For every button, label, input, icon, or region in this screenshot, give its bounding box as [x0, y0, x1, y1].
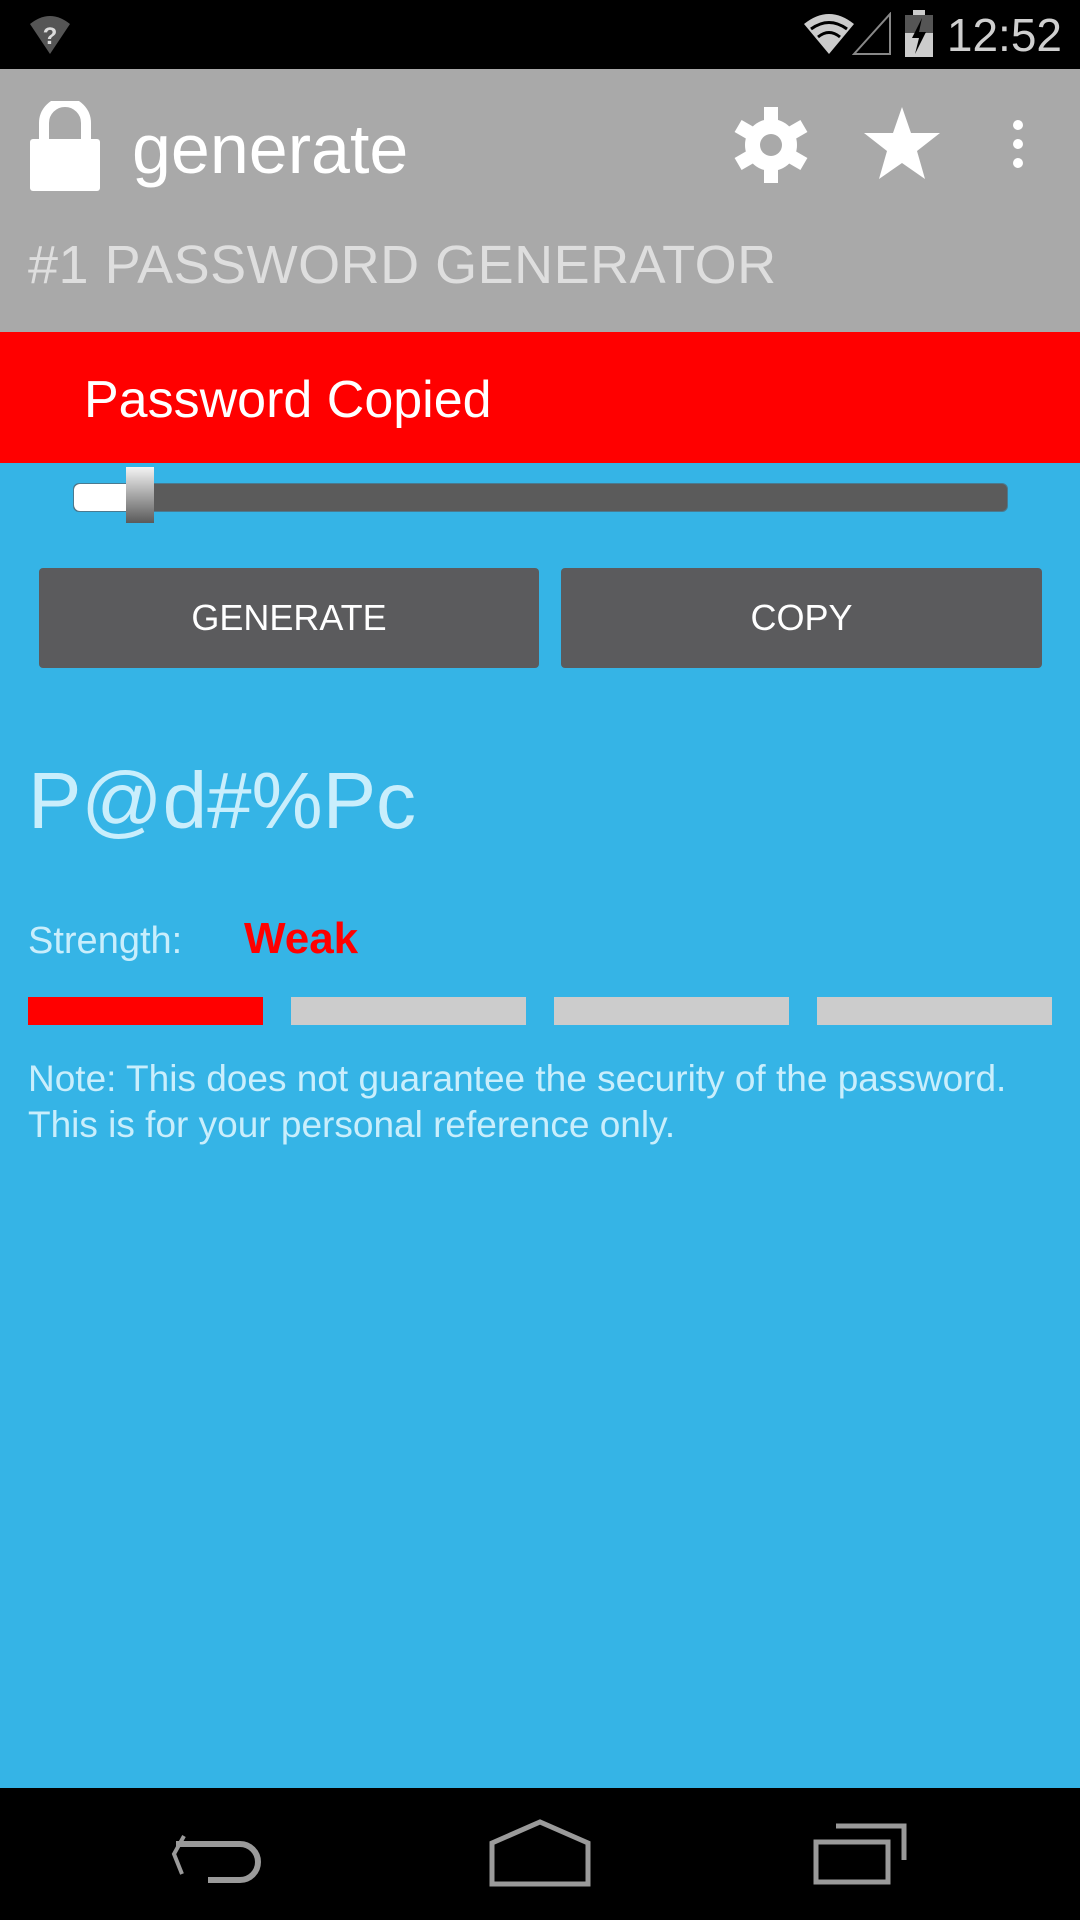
strength-segment — [554, 997, 789, 1025]
back-icon[interactable] — [170, 1818, 270, 1888]
status-bar: ? 12:52 — [0, 0, 1080, 69]
star-icon[interactable] — [864, 107, 940, 179]
generated-password: P@d#%Pc — [28, 756, 417, 845]
app-subtitle: #1 PASSWORD GENERATOR — [28, 235, 777, 295]
copied-banner: Password Copied — [0, 332, 1080, 463]
copy-button[interactable]: COPY — [561, 568, 1042, 668]
settings-icon[interactable] — [733, 107, 809, 183]
banner-text: Password Copied — [84, 371, 492, 429]
wifi-unknown-icon: ? — [30, 16, 70, 54]
strength-label: Strength: — [28, 920, 183, 962]
clock: 12:52 — [946, 9, 1062, 61]
navigation-bar — [0, 1788, 1080, 1920]
strength-value: Weak — [244, 914, 359, 963]
battery-charging-icon — [905, 10, 933, 57]
slider-thumb[interactable] — [125, 467, 154, 523]
home-icon[interactable] — [488, 1818, 592, 1888]
strength-segment — [28, 997, 263, 1025]
action-bar: generate #1 PASSWORD GENERATOR — [0, 69, 1080, 332]
disclaimer-note: Note: This does not guarantee the securi… — [28, 1058, 1007, 1145]
slider-fill — [74, 484, 130, 511]
strength-segment — [817, 997, 1052, 1025]
strength-segment — [291, 997, 526, 1025]
app-title: generate — [132, 110, 409, 188]
generate-button[interactable]: GENERATE — [39, 568, 539, 668]
length-slider[interactable] — [73, 467, 1008, 523]
lock-icon — [30, 101, 100, 191]
recents-icon[interactable] — [812, 1818, 912, 1888]
wifi-icon — [804, 14, 854, 54]
cell-signal-icon — [852, 12, 891, 55]
svg-text:?: ? — [43, 23, 58, 50]
overflow-menu-icon[interactable] — [1008, 119, 1028, 169]
